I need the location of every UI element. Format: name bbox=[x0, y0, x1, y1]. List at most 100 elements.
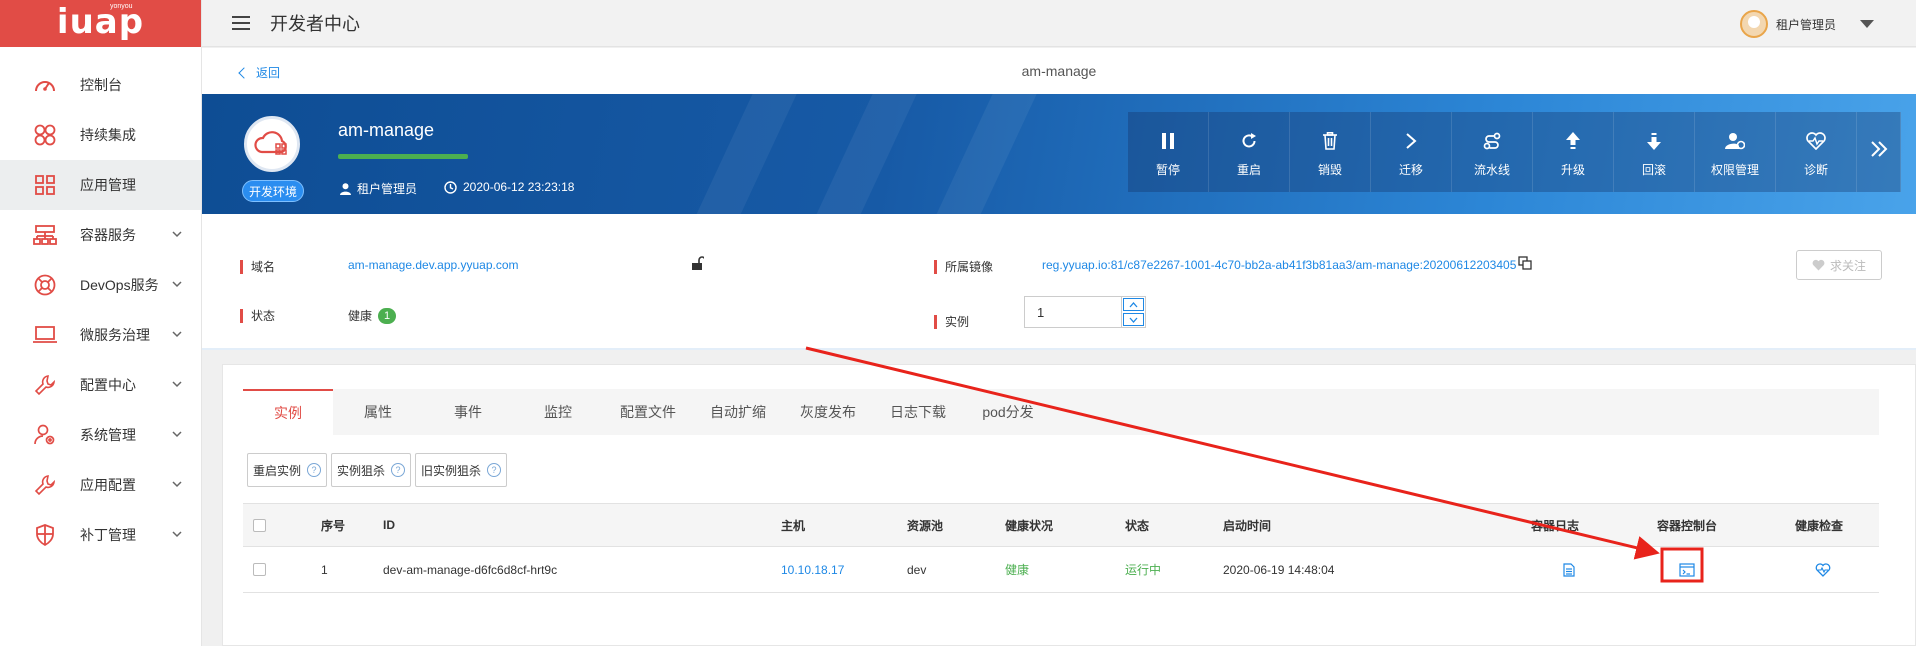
tab-pod-distribution[interactable]: pod分发 bbox=[963, 389, 1053, 435]
more-actions-button[interactable] bbox=[1857, 112, 1901, 192]
sidebar-item-microservice[interactable]: 微服务治理 bbox=[0, 310, 201, 360]
row-id: dev-am-manage-d6fc6d8cf-hrt9c bbox=[383, 562, 558, 577]
row-host-link[interactable]: 10.10.18.17 bbox=[781, 547, 844, 592]
follow-label: 求关注 bbox=[1829, 258, 1866, 273]
sidebar-item-console[interactable]: 控制台 bbox=[0, 60, 201, 110]
back-label: 返回 bbox=[256, 66, 281, 80]
avatar bbox=[1739, 10, 1768, 38]
sidebar-item-patch[interactable]: 补丁管理 bbox=[0, 510, 201, 560]
table-row: 1 dev-am-manage-d6fc6d8cf-hrt9c 10.10.18… bbox=[243, 547, 1879, 593]
env-badge: 开发环境 bbox=[242, 180, 305, 202]
container-logs-button[interactable] bbox=[1563, 547, 1575, 592]
action-label: 迁移 bbox=[1398, 162, 1423, 177]
tab-config-files[interactable]: 配置文件 bbox=[603, 389, 693, 435]
kill-instance-button[interactable]: 实例狙杀 ? bbox=[331, 453, 412, 487]
page-title: 开发者中心 bbox=[270, 14, 360, 34]
col-container-logs: 容器日志 bbox=[1531, 518, 1580, 533]
hierarchy-icon bbox=[30, 223, 60, 247]
breadcrumb: am-manage 返回 bbox=[202, 48, 1916, 94]
sidebar: yonyou iuap 控制台 持续集成 应用管理 容器服务 DevOps服务 … bbox=[0, 0, 202, 646]
tab-gray-release[interactable]: 灰度发布 bbox=[783, 389, 873, 435]
table-header: 序号 ID 主机 资源池 健康状况 状态 启动时间 容器日志 容器控制台 健康检… bbox=[243, 503, 1879, 547]
brand-logo[interactable]: yonyou iuap bbox=[0, 0, 201, 47]
tab-properties[interactable]: 属性 bbox=[333, 389, 423, 435]
tab-log-download[interactable]: 日志下载 bbox=[873, 389, 963, 435]
tab-instances[interactable]: 实例 bbox=[243, 389, 333, 435]
laptop-icon bbox=[30, 323, 60, 347]
sidebar-item-devops[interactable]: DevOps服务 bbox=[0, 260, 201, 310]
cloud-app-icon bbox=[244, 116, 300, 172]
caret-down-icon[interactable] bbox=[1860, 20, 1874, 28]
image-link[interactable]: reg.yyuap.io:81/c87e2267-1001-4c70-bb2a-… bbox=[1042, 258, 1516, 272]
help-icon[interactable]: ? bbox=[391, 463, 406, 477]
kill-old-instance-button[interactable]: 旧实例狙杀 ? bbox=[415, 453, 508, 487]
row-checkbox[interactable] bbox=[253, 563, 266, 576]
sidebar-item-ci[interactable]: 持续集成 bbox=[0, 110, 201, 160]
sidebar-item-config-center[interactable]: 配置中心 bbox=[0, 360, 201, 410]
rollback-button[interactable]: 回滚 bbox=[1614, 112, 1695, 192]
col-start-time: 启动时间 bbox=[1223, 518, 1272, 533]
col-index: 序号 bbox=[321, 518, 346, 533]
tab-autoscaling[interactable]: 自动扩缩 bbox=[693, 389, 783, 435]
permission-button[interactable]: 权限管理 bbox=[1695, 112, 1776, 192]
status-field: 状态 bbox=[240, 307, 275, 324]
pause-button[interactable]: 暂停 bbox=[1128, 112, 1209, 192]
decrement-button[interactable] bbox=[1123, 313, 1144, 326]
sidebar-item-label: 持续集成 bbox=[80, 127, 136, 143]
diagnose-button[interactable]: 诊断 bbox=[1776, 112, 1857, 192]
menu-toggle-icon[interactable] bbox=[232, 16, 250, 30]
sidebar-item-label: 控制台 bbox=[80, 77, 122, 93]
row-index: 1 bbox=[321, 562, 328, 577]
col-state: 状态 bbox=[1125, 518, 1150, 533]
status-label: 状态 bbox=[251, 309, 276, 323]
restart-button[interactable]: 重启 bbox=[1209, 112, 1290, 192]
sidebar-item-app-management[interactable]: 应用管理 bbox=[0, 160, 201, 210]
destroy-button[interactable]: 销毁 bbox=[1290, 112, 1371, 192]
sidebar-item-app-config[interactable]: 应用配置 bbox=[0, 460, 201, 510]
action-label: 流水线 bbox=[1473, 162, 1510, 177]
health-check-button[interactable] bbox=[1815, 547, 1831, 592]
domain-field: 域名 bbox=[240, 258, 275, 275]
restart-instance-button[interactable]: 重启实例 ? bbox=[247, 453, 328, 487]
select-all-checkbox[interactable] bbox=[253, 518, 266, 532]
tab-monitoring[interactable]: 监控 bbox=[513, 389, 603, 435]
tab-events[interactable]: 事件 bbox=[423, 389, 513, 435]
sidebar-item-system[interactable]: 系统管理 bbox=[0, 410, 201, 460]
action-label: 回滚 bbox=[1641, 162, 1666, 177]
col-container-console: 容器控制台 bbox=[1657, 518, 1718, 533]
sidebar-item-container-service[interactable]: 容器服务 bbox=[0, 210, 201, 260]
instances-input[interactable] bbox=[1025, 297, 1119, 327]
document-icon bbox=[1563, 562, 1575, 577]
detail-tabs: 实例 属性 事件 监控 配置文件 自动扩缩 灰度发布 日志下载 pod分发 bbox=[243, 389, 1879, 435]
owner-name: 租户管理员 bbox=[357, 182, 418, 196]
pipeline-icon bbox=[1482, 127, 1502, 155]
container-console-button[interactable] bbox=[1679, 547, 1695, 592]
help-icon[interactable]: ? bbox=[307, 463, 322, 477]
created-meta: 2020-06-12 23:23:18 bbox=[444, 180, 574, 194]
upgrade-button[interactable]: 升级 bbox=[1533, 112, 1614, 192]
increment-button[interactable] bbox=[1123, 298, 1144, 311]
shield-icon bbox=[30, 523, 60, 547]
action-toolbar: 暂停 重启 销毁 迁移 流水线 升级 回滚 权限管理 诊断 bbox=[1128, 112, 1901, 192]
brand-logo-sub: yonyou bbox=[110, 3, 133, 10]
sidebar-item-label: 系统管理 bbox=[80, 427, 136, 443]
chevron-down-icon bbox=[172, 531, 182, 538]
copy-icon[interactable] bbox=[1518, 256, 1532, 273]
help-icon[interactable]: ? bbox=[487, 463, 502, 477]
col-pool: 资源池 bbox=[907, 518, 944, 533]
migrate-button[interactable]: 迁移 bbox=[1371, 112, 1452, 192]
pipeline-button[interactable]: 流水线 bbox=[1452, 112, 1533, 192]
instance-actions: 重启实例 ? 实例狙杀 ? 旧实例狙杀 ? bbox=[247, 453, 511, 487]
back-link[interactable]: 返回 bbox=[238, 64, 281, 81]
sidebar-item-label: 应用管理 bbox=[80, 177, 136, 193]
instances-field: 实例 bbox=[934, 313, 969, 330]
user-menu[interactable]: 租户管理员 bbox=[1739, 10, 1874, 38]
row-start-time: 2020-06-19 14:48:04 bbox=[1223, 562, 1335, 577]
heart-pulse-icon bbox=[1815, 562, 1831, 577]
action-label: 暂停 bbox=[1155, 162, 1180, 177]
instances-stepper[interactable] bbox=[1024, 296, 1146, 328]
domain-link[interactable]: am-manage.dev.app.yyuap.com bbox=[348, 258, 519, 272]
status-count-badge: 1 bbox=[378, 307, 397, 324]
unlock-icon[interactable] bbox=[690, 256, 706, 273]
follow-button[interactable]: 求关注 bbox=[1796, 250, 1882, 280]
